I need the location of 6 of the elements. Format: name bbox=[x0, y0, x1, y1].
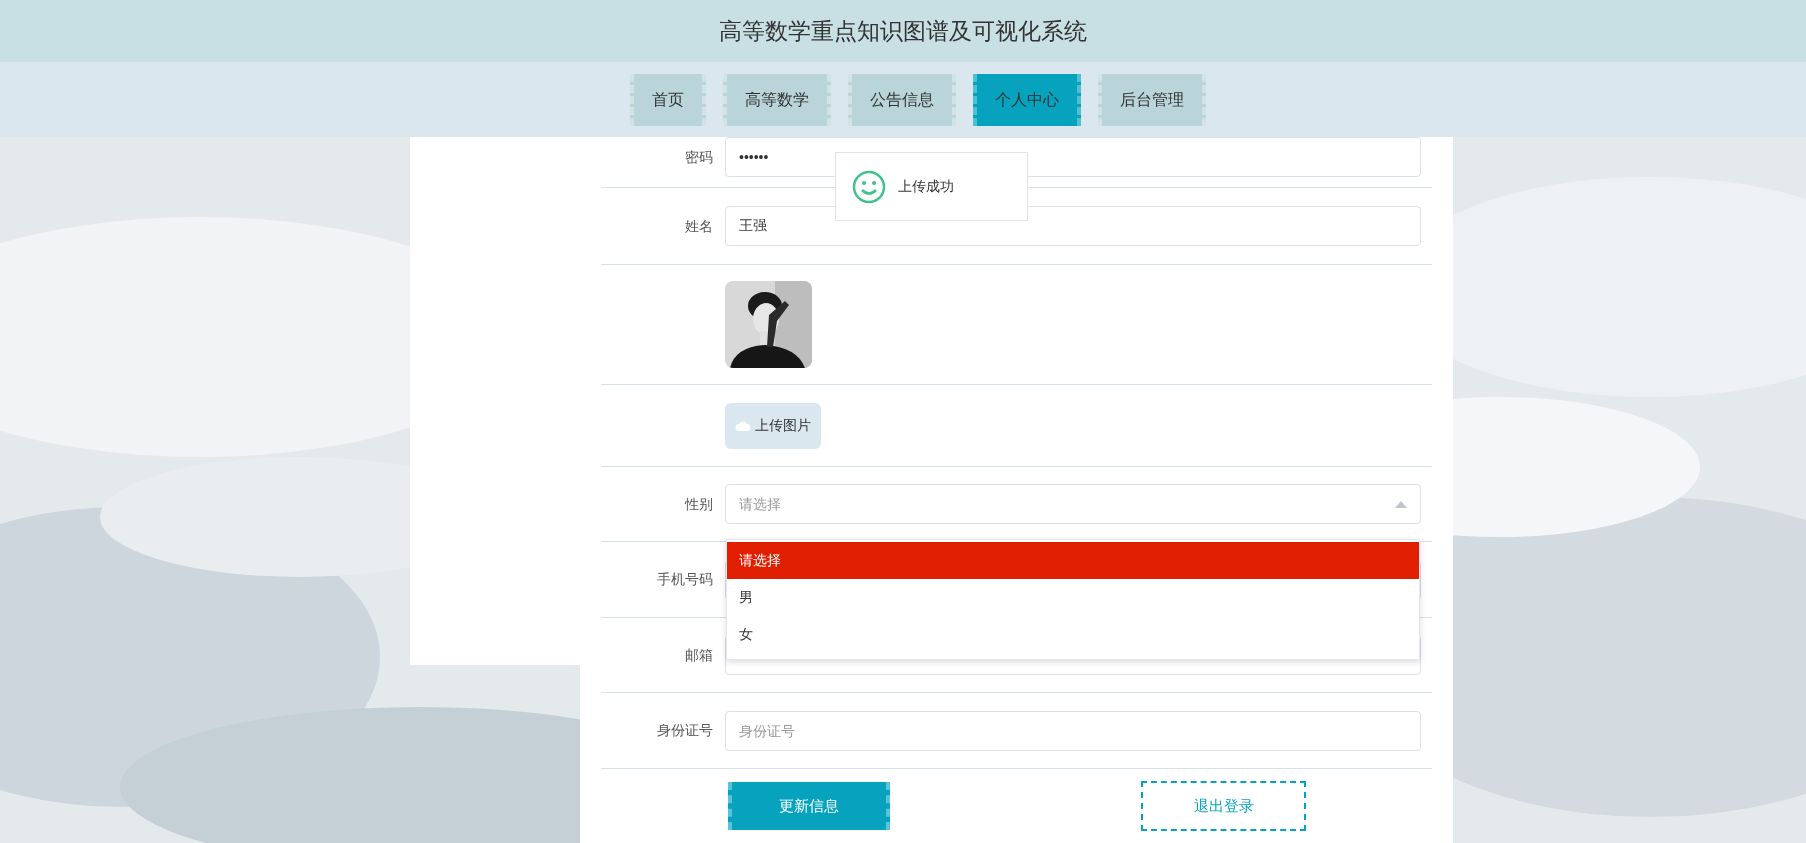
site-title: 高等数学重点知识图谱及可视化系统 bbox=[719, 16, 1087, 46]
nav-tab[interactable]: 后台管理 bbox=[1098, 73, 1206, 126]
nav-tab[interactable]: 个人中心 bbox=[973, 73, 1081, 126]
nav-tab[interactable]: 首页 bbox=[630, 73, 706, 126]
nav-tab[interactable]: 高等数学 bbox=[723, 73, 831, 126]
nav-tab[interactable]: 公告信息 bbox=[848, 73, 956, 126]
